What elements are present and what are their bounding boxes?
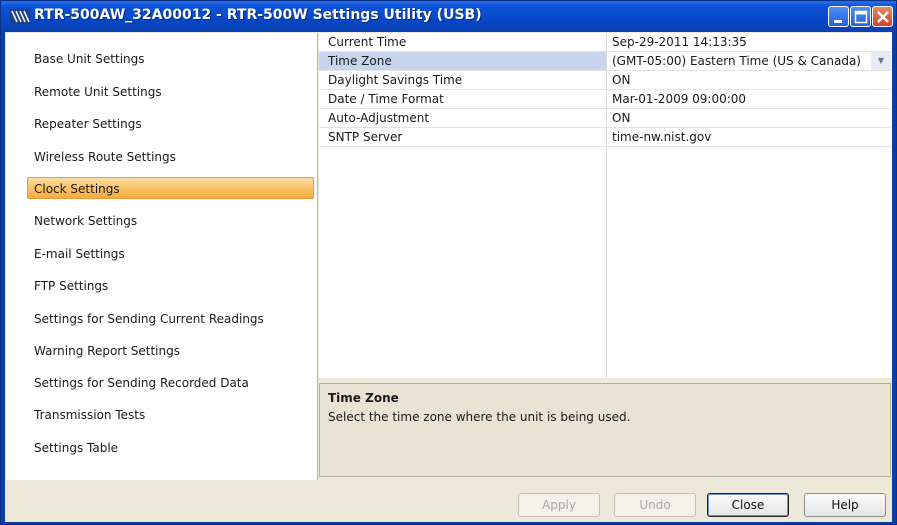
window-title: RTR-500AW_32A00012 - RTR-500W Settings U… xyxy=(34,7,482,23)
sidebar-item-recorded-data[interactable]: Settings for Sending Recorded Data xyxy=(34,376,249,390)
sidebar-item-wireless-route[interactable]: Wireless Route Settings xyxy=(34,150,176,164)
description-text: Select the time zone where the unit is b… xyxy=(328,410,631,424)
title-bar[interactable]: RTR-500AW_32A00012 - RTR-500W Settings U… xyxy=(1,1,896,32)
maximize-button[interactable] xyxy=(850,6,871,27)
sidebar-item-transmission-tests[interactable]: Transmission Tests xyxy=(34,408,145,422)
help-button[interactable]: Help xyxy=(804,493,886,517)
maximize-icon xyxy=(854,10,868,24)
time-zone-select[interactable]: (GMT-05:00) Eastern Time (US & Canada) ▼ xyxy=(607,52,891,70)
property-grid: Current Time Sep-29-2011 14:13:35 Time Z… xyxy=(319,33,892,378)
property-row-sntp-server[interactable]: SNTP Server time-nw.nist.gov xyxy=(319,128,891,147)
property-row-auto-adjustment[interactable]: Auto-Adjustment ON xyxy=(319,109,891,128)
close-window-button[interactable] xyxy=(872,6,893,27)
sidebar-item-clock[interactable]: Clock Settings xyxy=(34,182,120,196)
property-row-time-zone[interactable]: Time Zone (GMT-05:00) Eastern Time (US &… xyxy=(319,52,891,71)
property-name: SNTP Server xyxy=(328,130,403,144)
sidebar-item-remote-unit[interactable]: Remote Unit Settings xyxy=(34,85,162,99)
sidebar-item-settings-table[interactable]: Settings Table xyxy=(34,441,118,455)
property-name: Current Time xyxy=(328,35,407,49)
app-logo-icon xyxy=(10,9,30,24)
property-value[interactable]: time-nw.nist.gov xyxy=(607,128,891,146)
chevron-down-icon[interactable]: ▼ xyxy=(871,52,891,70)
property-row-daylight-savings[interactable]: Daylight Savings Time ON xyxy=(319,71,891,90)
apply-button[interactable]: Apply xyxy=(518,493,600,517)
description-title: Time Zone xyxy=(328,391,399,405)
property-name: Time Zone xyxy=(319,52,606,70)
sidebar-item-base-unit[interactable]: Base Unit Settings xyxy=(34,52,145,66)
description-panel: Time Zone Select the time zone where the… xyxy=(319,383,891,477)
minimize-button[interactable] xyxy=(828,6,849,27)
sidebar-item-warning-report[interactable]: Warning Report Settings xyxy=(34,344,180,358)
property-name: Date / Time Format xyxy=(328,92,444,106)
sidebar-item-repeater[interactable]: Repeater Settings xyxy=(34,117,142,131)
close-button[interactable]: Close xyxy=(707,493,789,517)
sidebar-item-network[interactable]: Network Settings xyxy=(34,214,137,228)
property-value[interactable]: ON xyxy=(607,71,891,89)
minimize-icon xyxy=(834,20,842,23)
property-value[interactable]: ON xyxy=(607,109,891,127)
property-name: Auto-Adjustment xyxy=(328,111,430,125)
undo-button[interactable]: Undo xyxy=(614,493,696,517)
property-row-date-time-format[interactable]: Date / Time Format Mar-01-2009 09:00:00 xyxy=(319,90,891,109)
property-value[interactable]: Mar-01-2009 09:00:00 xyxy=(607,90,891,108)
sidebar-item-email[interactable]: E-mail Settings xyxy=(34,247,125,261)
close-icon xyxy=(877,11,889,23)
sidebar-item-current-readings[interactable]: Settings for Sending Current Readings xyxy=(34,312,264,326)
settings-window: RTR-500AW_32A00012 - RTR-500W Settings U… xyxy=(0,0,897,525)
sidebar-item-ftp[interactable]: FTP Settings xyxy=(34,279,108,293)
settings-sidebar: Base Unit Settings Remote Unit Settings … xyxy=(6,33,318,480)
property-value[interactable]: Sep-29-2011 14:13:35 xyxy=(607,33,891,51)
property-value: (GMT-05:00) Eastern Time (US & Canada) xyxy=(612,54,861,68)
property-name: Daylight Savings Time xyxy=(328,73,463,87)
client-area: Base Unit Settings Remote Unit Settings … xyxy=(5,32,892,522)
property-row-current-time[interactable]: Current Time Sep-29-2011 14:13:35 xyxy=(319,33,891,52)
